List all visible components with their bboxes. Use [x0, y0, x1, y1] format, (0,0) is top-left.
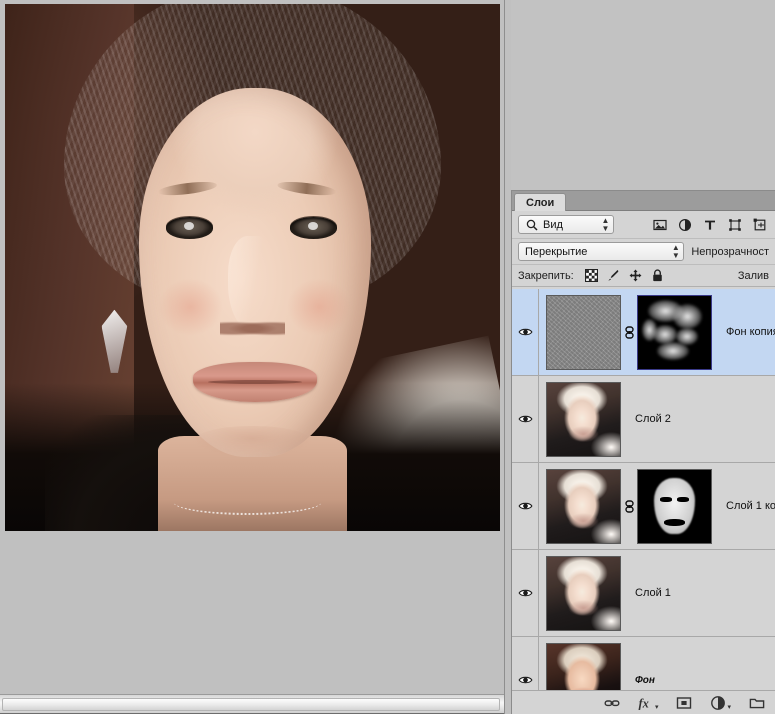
- lock-row[interactable]: Закрепить: Залив: [512, 265, 775, 287]
- layers-panel-toolbar[interactable]: fx ▾ ▾: [512, 690, 775, 714]
- layer-mask-thumbnail[interactable]: [637, 468, 712, 544]
- table-row[interactable]: Слой 1: [512, 550, 775, 637]
- add-layer-mask-button[interactable]: [676, 695, 692, 711]
- table-row[interactable]: Фон копия: [512, 289, 775, 376]
- layer-thumbnails[interactable]: [539, 294, 712, 370]
- tab-layers[interactable]: Слои: [514, 193, 567, 211]
- mask-icon[interactable]: [676, 695, 692, 711]
- eye-icon[interactable]: [517, 327, 533, 337]
- photo-nose: [227, 235, 278, 331]
- blend-mode-stepper-icon[interactable]: ▲ ▼: [670, 243, 681, 260]
- svg-text:fx: fx: [638, 696, 648, 710]
- fx-icon[interactable]: fx: [638, 695, 654, 711]
- photoshop-window: Слои Вид ▲ ▼ Перекрытие ▲ ▼ Непрозрачнос…: [0, 0, 775, 714]
- layer-style-button[interactable]: fx ▾: [638, 695, 659, 711]
- photo-cheek-left: [158, 278, 223, 336]
- layer-name[interactable]: Фон: [635, 675, 655, 686]
- eye-icon[interactable]: [517, 675, 533, 685]
- layer-visibility-toggle[interactable]: [512, 289, 539, 375]
- new-group-button[interactable]: [749, 695, 765, 711]
- filter-adjustment-layers-icon[interactable]: [678, 218, 692, 232]
- lock-all-icon[interactable]: [651, 269, 664, 282]
- layer-thumbnails[interactable]: [539, 468, 712, 544]
- horizontal-scrollbar[interactable]: [0, 694, 504, 714]
- table-row[interactable]: Слой 2: [512, 376, 775, 463]
- fill-label: Залив: [737, 269, 769, 282]
- folder-icon[interactable]: [749, 695, 765, 711]
- layer-thumbnail[interactable]: [546, 468, 621, 544]
- layer-thumbnail[interactable]: [546, 555, 621, 631]
- photo-chin: [193, 425, 312, 458]
- canvas-divider: [504, 0, 505, 714]
- new-adjustment-layer-button[interactable]: ▾: [710, 695, 731, 711]
- layer-thumbnails[interactable]: [539, 642, 621, 690]
- layer-filter-label: Вид: [543, 218, 563, 231]
- layer-thumbnails[interactable]: [539, 555, 621, 631]
- blend-mode-select[interactable]: Перекрытие ▲ ▼: [518, 242, 685, 261]
- mask-link-icon[interactable]: [621, 499, 637, 513]
- layer-visibility-toggle[interactable]: [512, 550, 539, 636]
- lock-transparent-pixels-icon[interactable]: [584, 269, 598, 282]
- layer-name[interactable]: Слой 1: [635, 587, 671, 599]
- opacity-label: Непрозрачност: [691, 245, 769, 258]
- layer-filter-type-select[interactable]: Вид ▲ ▼: [518, 215, 614, 234]
- table-row[interactable]: Фон: [512, 637, 775, 690]
- layer-filter-row[interactable]: Вид ▲ ▼: [512, 211, 775, 239]
- document-canvas-area[interactable]: [0, 0, 505, 694]
- layer-name[interactable]: Слой 2: [635, 413, 671, 425]
- photo-eye-left: [165, 217, 214, 239]
- photo-nostrils: [220, 320, 285, 338]
- layer-name[interactable]: Фон копия: [726, 326, 775, 338]
- mask-link-icon[interactable]: [621, 325, 637, 339]
- eye-icon[interactable]: [517, 588, 533, 598]
- table-row[interactable]: Слой 1 копи: [512, 463, 775, 550]
- filter-type-layers-icon[interactable]: [703, 218, 717, 232]
- blend-mode-row[interactable]: Перекрытие ▲ ▼ Непрозрачност: [512, 239, 775, 265]
- layer-filter-icons[interactable]: [653, 218, 769, 232]
- blend-mode-value: Перекрытие: [525, 245, 588, 258]
- photo-eye-right: [289, 217, 338, 239]
- panel-tab-bar[interactable]: Слои: [512, 191, 775, 211]
- eye-icon[interactable]: [517, 414, 533, 424]
- photo-cheek-right: [287, 278, 352, 336]
- adjustment-dropdown-icon[interactable]: ▾: [727, 704, 731, 711]
- search-icon: [526, 219, 538, 231]
- lock-position-icon[interactable]: [629, 269, 642, 282]
- document-image[interactable]: [5, 4, 500, 531]
- layer-thumbnails[interactable]: [539, 381, 621, 457]
- layers-panel[interactable]: Слои Вид ▲ ▼ Перекрытие ▲ ▼ Непрозрачнос…: [511, 190, 775, 714]
- lock-image-pixels-icon[interactable]: [607, 269, 620, 282]
- filter-shape-layers-icon[interactable]: [728, 218, 742, 232]
- layer-thumbnail[interactable]: [546, 294, 621, 370]
- panel-dock-empty-area: [511, 0, 775, 190]
- horizontal-scrollbar-thumb[interactable]: [2, 698, 500, 711]
- photo-lips: [193, 362, 317, 402]
- layer-name[interactable]: Слой 1 копи: [726, 500, 775, 512]
- layer-visibility-toggle[interactable]: [512, 376, 539, 462]
- filter-stepper-icon[interactable]: ▲ ▼: [600, 216, 611, 233]
- eye-icon[interactable]: [517, 501, 533, 511]
- chain-icon[interactable]: [604, 695, 620, 711]
- layer-mask-thumbnail[interactable]: [637, 294, 712, 370]
- filter-smart-object-layers-icon[interactable]: [753, 218, 767, 232]
- layer-thumbnail[interactable]: [546, 642, 621, 690]
- link-layers-button[interactable]: [604, 695, 620, 711]
- fx-dropdown-icon[interactable]: ▾: [655, 704, 659, 711]
- lock-label: Закрепить:: [518, 269, 574, 282]
- layer-visibility-toggle[interactable]: [512, 637, 539, 690]
- half-circle-icon[interactable]: [710, 695, 726, 711]
- layer-list[interactable]: Фон копия Слой 2 Слой 1 ко Слой 1 Фон: [512, 289, 775, 690]
- filter-pixel-layers-icon[interactable]: [653, 218, 667, 232]
- layer-visibility-toggle[interactable]: [512, 463, 539, 549]
- layer-thumbnail[interactable]: [546, 381, 621, 457]
- photo-necklace: [173, 489, 322, 516]
